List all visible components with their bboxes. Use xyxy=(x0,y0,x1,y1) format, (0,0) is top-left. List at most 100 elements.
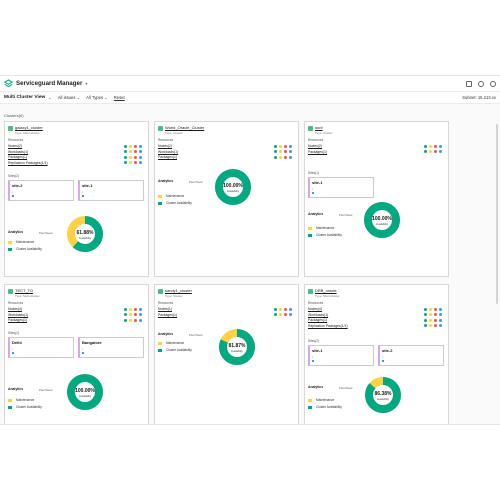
analytics-legend: Maintenance Cluster Availability xyxy=(8,240,42,254)
status-dot xyxy=(434,318,437,322)
site-box[interactable]: site-2 • xyxy=(378,345,444,366)
resource-link[interactable]: Replication Packages(1/1) xyxy=(8,161,48,165)
help-icon[interactable] xyxy=(478,80,484,87)
site-name: site-1 xyxy=(312,348,323,353)
status-dot xyxy=(124,318,127,322)
cluster-name-link[interactable]: TECT_TO xyxy=(15,288,40,293)
status-dot xyxy=(274,313,277,316)
site-box[interactable]: site-1 • xyxy=(308,345,374,366)
resource-link[interactable]: Replication Packages(1/1) xyxy=(308,324,348,328)
site-box[interactable]: Delhi • xyxy=(8,337,74,358)
status-dot xyxy=(429,307,432,311)
reset-link[interactable]: Reset xyxy=(114,95,125,100)
cluster-card[interactable]: sunf Type: Cluster Resources Nodes(2) Packag… xyxy=(304,121,449,277)
status-dot xyxy=(124,161,127,164)
resource-status-indicators xyxy=(124,161,142,164)
status-dot xyxy=(139,144,142,148)
resource-link[interactable]: Nodes(4) xyxy=(308,307,322,311)
resource-link[interactable]: Nodes(2) xyxy=(158,144,172,148)
status-dot xyxy=(289,144,292,148)
analytics-period-tab[interactable]: Past Week xyxy=(189,180,202,184)
app-switcher-chevron-icon[interactable]: ▾ xyxy=(85,81,87,86)
status-dot xyxy=(134,150,137,153)
resource-link[interactable]: Packages(1) xyxy=(8,318,27,322)
resource-link[interactable]: Workloads(1) xyxy=(158,150,178,154)
types-filter[interactable]: All Types ⌄ xyxy=(86,95,108,100)
cluster-name-link[interactable]: galaxy1_cluster xyxy=(15,125,43,130)
cluster-card[interactable]: DRB_oracle Type: Metrocluster Resources Nod… xyxy=(304,284,449,424)
sites-row: site-1 • xyxy=(308,177,374,198)
maintenance-swatch xyxy=(8,398,12,402)
status-dot xyxy=(429,324,432,327)
analytics-period-tab[interactable]: Past Week xyxy=(39,388,52,392)
resource-link[interactable]: Nodes(2) xyxy=(308,144,322,148)
site-node-indicator: • xyxy=(382,355,441,363)
donut-percentage: 100.00% xyxy=(75,388,95,394)
donut-percentage: 100.00% xyxy=(372,216,392,222)
user-icon[interactable] xyxy=(490,80,496,87)
resource-link[interactable]: Workloads(1) xyxy=(308,313,328,317)
analytics-period-tab[interactable]: Past Week xyxy=(189,333,202,337)
cluster-card[interactable]: World_Oracle_Cluster Type: Cluster Resourc… xyxy=(154,121,299,277)
subnet-selector[interactable]: Subnet: 15.213.xx xyxy=(462,95,496,100)
status-dot xyxy=(279,313,282,316)
status-dot xyxy=(289,150,292,153)
cluster-card[interactable]: galaxy1_cluster Type: Metrocluster Resourc… xyxy=(4,121,149,277)
analytics-period-tab[interactable]: Past Week xyxy=(39,231,52,235)
legend-maintenance: Maintenance xyxy=(16,398,35,402)
scrollbar[interactable] xyxy=(496,124,498,304)
resource-link[interactable]: Nodes(4) xyxy=(8,307,22,311)
availability-donut-chart: 100.00%Availability xyxy=(215,169,251,205)
cluster-card[interactable]: sandy1_cluster Type: Cluster Resources Node… xyxy=(154,284,299,424)
status-dot xyxy=(279,144,282,148)
resource-link[interactable]: Nodes(1) xyxy=(158,307,172,311)
status-dot xyxy=(134,161,137,164)
status-dot xyxy=(139,155,142,159)
notification-icon[interactable] xyxy=(466,80,472,87)
resource-link[interactable]: Packages(1) xyxy=(308,150,327,154)
availability-swatch xyxy=(158,201,162,205)
issues-filter[interactable]: All issues ⌄ xyxy=(58,95,80,100)
site-box[interactable]: site-1 • xyxy=(78,180,144,201)
resource-status-indicators xyxy=(424,144,442,148)
availability-swatch xyxy=(158,348,162,352)
status-dot xyxy=(134,155,137,159)
analytics-legend: Maintenance Cluster Availability xyxy=(158,194,192,208)
status-dot xyxy=(274,307,277,311)
resources-label: Resources xyxy=(158,138,174,142)
legend-availability: Cluster Availability xyxy=(16,405,42,409)
resource-link[interactable]: Packages(1) xyxy=(308,318,327,322)
resource-link[interactable]: Packages(1) xyxy=(158,155,177,159)
site-name: site-2 xyxy=(12,183,23,188)
site-box[interactable]: site-2 • xyxy=(8,180,74,201)
status-dot xyxy=(439,324,442,327)
cluster-name-link[interactable]: sunf xyxy=(315,125,333,130)
cluster-name-link[interactable]: DRB_oracle xyxy=(315,288,340,293)
resource-link[interactable]: Workloads(1) xyxy=(8,313,28,317)
status-dot xyxy=(424,307,427,311)
resources-label: Resources xyxy=(308,138,324,142)
site-box[interactable]: Bangalore • xyxy=(78,337,144,358)
resource-status-indicators xyxy=(274,150,292,153)
sites-label: Sites(2) xyxy=(8,331,19,335)
status-dot xyxy=(284,144,287,148)
cluster-card[interactable]: TECT_TO Type: Metrocluster Resources Nodes(… xyxy=(4,284,149,424)
legend-availability: Cluster Availability xyxy=(316,233,342,237)
view-switch-chevron-icon[interactable]: ⌄ xyxy=(48,95,52,100)
status-dot xyxy=(134,307,137,311)
cluster-type: Type: Metrocluster xyxy=(315,293,340,298)
status-dot xyxy=(274,150,277,153)
analytics-period-tab[interactable]: Past Week xyxy=(339,386,352,390)
resource-link[interactable]: Nodes(2) xyxy=(8,144,22,148)
analytics-title: Analytics xyxy=(158,332,174,336)
resource-link[interactable]: Workloads(1) xyxy=(8,150,28,154)
resource-status-indicators xyxy=(124,150,142,153)
clusters-count-label: Clusters(6) xyxy=(4,113,24,118)
resource-link[interactable]: Packages(1) xyxy=(8,155,27,159)
site-box[interactable]: site-1 • xyxy=(308,177,374,198)
resource-link[interactable]: Packages(1) xyxy=(158,313,177,317)
status-dot xyxy=(439,144,442,148)
analytics-period-tab[interactable]: Past Week xyxy=(339,213,352,217)
cluster-name-link[interactable]: sandy1_cluster xyxy=(165,288,192,293)
cluster-name-link[interactable]: World_Oracle_Cluster xyxy=(165,125,204,130)
